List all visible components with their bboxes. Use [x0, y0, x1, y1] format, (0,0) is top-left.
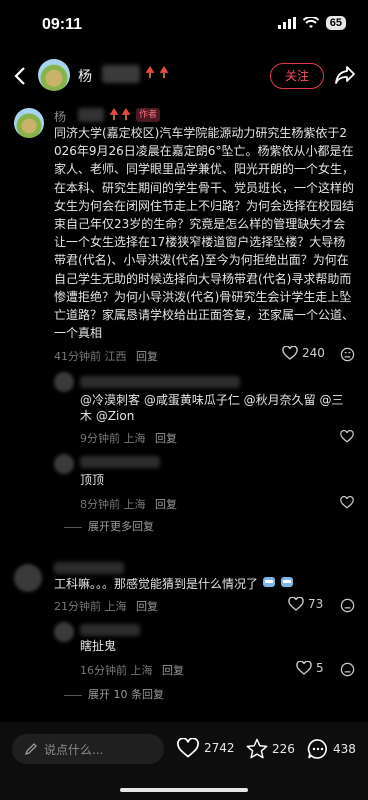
- comment-time: 41分钟前: [54, 350, 101, 363]
- reply-button[interactable]: 回复: [155, 498, 177, 511]
- comment-location: 上海: [104, 600, 127, 613]
- divider: [64, 694, 82, 696]
- blurred-name: [54, 562, 124, 574]
- like-count: 5: [316, 661, 324, 675]
- comment-text[interactable]: 同济大学(嘉定校区)汽车学院能源动力研究生杨紫依于2026年9月26日凌晨在嘉定…: [54, 124, 354, 342]
- reply-location: 上海: [123, 432, 146, 445]
- comment-location: 江西: [104, 350, 127, 363]
- like-icon[interactable]: [340, 430, 354, 443]
- reply-button[interactable]: 回复: [136, 600, 158, 613]
- reply-text[interactable]: @冷漠刺客 @咸蛋黄味瓜子仁 @秋月奈久留 @三木 @Zion: [80, 392, 350, 424]
- reply-avatar[interactable]: [54, 622, 74, 642]
- star-icon: [246, 738, 268, 759]
- comment-text[interactable]: 工科嘛。。。那感觉能猜到是什么情况了: [54, 576, 344, 592]
- commenter-name[interactable]: 杨: [54, 108, 66, 125]
- battery-indicator: 65: [325, 16, 346, 30]
- reply-location: 上海: [130, 664, 153, 677]
- blurred-name: [80, 624, 140, 636]
- comment-text-content: 工科嘛。。。那感觉能猜到是什么情况了: [54, 577, 259, 591]
- pencil-icon: [24, 743, 37, 756]
- like-count: 73: [308, 597, 324, 611]
- expand-more-replies[interactable]: 展开 10 条回复: [64, 686, 164, 702]
- post-star-count: 226: [272, 741, 295, 756]
- like-icon[interactable]: [340, 496, 354, 509]
- reply-time: 16分钟前: [80, 664, 127, 677]
- emoji-icon: [262, 577, 275, 587]
- comment-input[interactable]: 说点什么...: [12, 734, 164, 764]
- comment-time: 21分钟前: [54, 600, 101, 613]
- post-like-count: 2742: [204, 741, 235, 755]
- blurred-name: [80, 456, 160, 468]
- tree-emoji-icon: [109, 107, 119, 121]
- like-button[interactable]: 240: [282, 346, 325, 360]
- reply-button[interactable]: 回复: [136, 350, 158, 363]
- heart-icon: [177, 738, 199, 758]
- dislike-icon[interactable]: [340, 598, 355, 613]
- expand-label: 展开 10 条回复: [88, 688, 164, 701]
- like-count: 240: [302, 346, 325, 360]
- tree-emoji-icon: [159, 65, 169, 79]
- reply-location: 上海: [123, 498, 146, 511]
- comment-bubble-icon: [307, 739, 327, 759]
- post-like-button[interactable]: 2742: [176, 738, 235, 758]
- bottom-action-bar: 说点什么... 2742 226 438: [0, 722, 368, 800]
- like-button[interactable]: 5: [296, 661, 324, 675]
- blurred-name: [102, 65, 140, 83]
- heart-icon: [282, 346, 298, 360]
- dislike-icon[interactable]: [340, 662, 355, 677]
- author-badge: 作者: [136, 108, 161, 122]
- reply-time: 9分钟前: [80, 432, 120, 445]
- commenter-avatar[interactable]: [14, 564, 42, 592]
- reply-meta: 9分钟前 上海 回复: [80, 430, 177, 446]
- heart-icon: [288, 597, 304, 611]
- reply-meta: 8分钟前 上海 回复: [80, 496, 177, 512]
- dislike-icon[interactable]: [340, 347, 355, 362]
- emoji-icon: [280, 577, 293, 587]
- reply-text[interactable]: 瞎扯鬼: [80, 638, 116, 654]
- share-icon[interactable]: [334, 65, 356, 85]
- post-comment-button[interactable]: 438: [307, 738, 356, 760]
- comment-meta: 41分钟前 江西 回复: [54, 348, 158, 364]
- blurred-name: [80, 376, 240, 388]
- status-time: 09:11: [42, 16, 83, 33]
- signal-icon: [277, 17, 296, 29]
- wifi-icon: [302, 17, 319, 28]
- reply-meta: 16分钟前 上海 回复: [80, 662, 184, 678]
- post-header: 杨 关注: [0, 54, 368, 98]
- like-button[interactable]: 73: [288, 597, 323, 611]
- reply-avatar[interactable]: [54, 372, 74, 392]
- reply-avatar[interactable]: [54, 454, 74, 474]
- author-name[interactable]: 杨: [78, 66, 92, 86]
- reply-button[interactable]: 回复: [162, 664, 184, 677]
- post-star-button[interactable]: 226: [246, 738, 295, 759]
- divider: [64, 526, 82, 528]
- status-bar: 09:11 65: [0, 0, 368, 54]
- author-avatar[interactable]: [38, 59, 70, 91]
- commenter-avatar[interactable]: [14, 108, 44, 138]
- follow-button[interactable]: 关注: [270, 63, 324, 89]
- back-icon[interactable]: [14, 66, 26, 86]
- blurred-name: [78, 108, 104, 122]
- input-placeholder: 说点什么...: [44, 742, 104, 757]
- heart-icon: [296, 661, 312, 675]
- expand-label: 展开更多回复: [88, 520, 154, 533]
- comment-meta: 21分钟前 上海 回复: [54, 598, 158, 614]
- home-indicator[interactable]: [120, 788, 248, 792]
- tree-emoji-icon: [145, 65, 155, 79]
- reply-time: 8分钟前: [80, 498, 120, 511]
- reply-text[interactable]: 顶顶: [80, 472, 104, 488]
- reply-button[interactable]: 回复: [155, 432, 177, 445]
- post-comment-count: 438: [333, 742, 356, 756]
- status-icons: 65: [277, 16, 346, 30]
- tree-emoji-icon: [121, 107, 131, 121]
- expand-more-replies[interactable]: 展开更多回复: [64, 518, 154, 534]
